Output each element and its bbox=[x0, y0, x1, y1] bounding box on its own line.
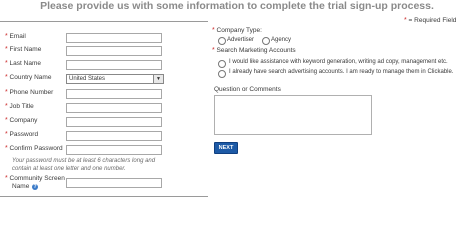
questions-textarea[interactable] bbox=[214, 95, 372, 135]
phone-field[interactable] bbox=[66, 89, 162, 99]
existing-accounts-radio[interactable] bbox=[218, 70, 226, 78]
first-name-label: * First Name bbox=[5, 46, 42, 53]
first-name-field[interactable] bbox=[66, 46, 162, 56]
agency-radio[interactable] bbox=[262, 37, 270, 45]
password-hint-line-2: contain at least one letter and one numb… bbox=[12, 166, 126, 172]
required-note: * = Required Field bbox=[404, 17, 457, 24]
community-label-line-2: Name bbox=[12, 183, 30, 190]
top-divider bbox=[0, 21, 208, 22]
community-screen-name-field[interactable] bbox=[66, 178, 162, 188]
assistance-radio[interactable] bbox=[218, 60, 226, 68]
password-hint-line-1: Your password must be at least 6 charact… bbox=[12, 158, 156, 164]
last-name-label: * Last Name bbox=[5, 60, 41, 67]
country-label: * Country Name bbox=[5, 74, 52, 81]
job-title-field[interactable] bbox=[66, 103, 162, 113]
confirm-password-field[interactable] bbox=[66, 145, 162, 155]
advertiser-label: Advertiser bbox=[227, 37, 255, 43]
chevron-down-icon[interactable]: ▼ bbox=[153, 75, 163, 83]
password-label: * Password bbox=[5, 131, 39, 138]
help-icon[interactable]: ? bbox=[32, 184, 38, 190]
community-label: * Community Screen bbox=[5, 175, 65, 182]
country-select-value: United States bbox=[69, 76, 106, 82]
company-label: * Company bbox=[5, 117, 38, 124]
company-type-label: * Company Type: bbox=[212, 27, 262, 34]
email-field[interactable] bbox=[66, 33, 162, 43]
questions-label: Question or Comments bbox=[214, 86, 281, 93]
confirm-password-label: * Confirm Password bbox=[5, 145, 63, 152]
email-label: * Email bbox=[5, 33, 26, 40]
advertiser-radio[interactable] bbox=[218, 37, 226, 45]
assistance-option-label: I would like assistance with keyword gen… bbox=[229, 59, 448, 65]
agency-label: Agency bbox=[271, 37, 292, 43]
phone-label: * Phone Number bbox=[5, 89, 54, 96]
page-heading: Please provide us with some information … bbox=[40, 0, 434, 12]
next-button[interactable]: NEXT bbox=[214, 142, 238, 154]
bottom-divider bbox=[0, 196, 208, 197]
last-name-field[interactable] bbox=[66, 60, 162, 70]
existing-accounts-option-label: I already have search advertising accoun… bbox=[229, 69, 454, 75]
search-marketing-label: * Search Marketing Accounts bbox=[212, 47, 296, 54]
country-select[interactable]: United States ▼ bbox=[66, 74, 164, 84]
job-title-label: * Job Title bbox=[5, 103, 34, 110]
password-field[interactable] bbox=[66, 131, 162, 141]
company-field[interactable] bbox=[66, 117, 162, 127]
